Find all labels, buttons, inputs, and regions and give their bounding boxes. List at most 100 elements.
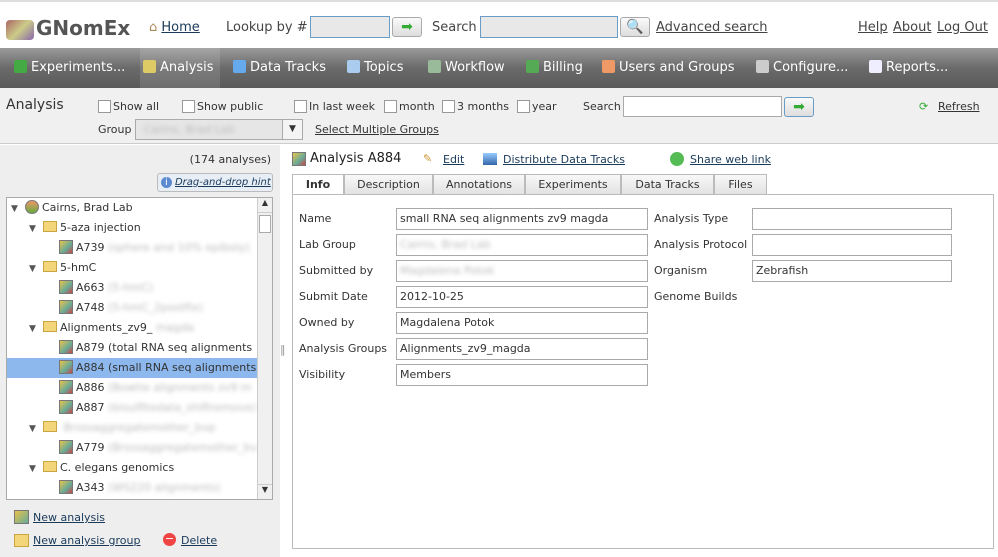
scroll-thumb[interactable] <box>259 215 271 233</box>
month-checkbox[interactable]: month <box>384 100 435 113</box>
nav-configure[interactable]: Configure... <box>756 60 848 75</box>
analysis-icon <box>59 360 73 374</box>
about-link[interactable]: About <box>893 20 931 35</box>
detail-title: Analysis A884 <box>310 151 402 166</box>
tab-files[interactable]: Files <box>714 174 767 195</box>
splitter-handle[interactable]: ‖ <box>280 343 286 356</box>
lookup-input[interactable] <box>310 16 390 38</box>
scroll-up-arrow[interactable]: ▲ <box>258 198 272 213</box>
tree-item-folder[interactable]: ▼ Alignments_zv9_ magda <box>7 318 258 338</box>
folder-icon <box>43 261 57 272</box>
organism-label: Organism <box>654 264 708 277</box>
tab-annotations[interactable]: Annotations <box>433 174 525 195</box>
refresh-icon: ⟳ <box>919 100 929 113</box>
logo-icon <box>6 19 34 40</box>
logout-link[interactable]: Log Out <box>937 20 988 35</box>
filter-search-input[interactable] <box>623 96 782 117</box>
analysis-detail: Analysis A884 ✎ Edit Distribute Data Tra… <box>292 145 994 549</box>
tab-description[interactable]: Description <box>344 174 433 195</box>
tree-item-analysis[interactable]: A884 (small RNA seq alignments <box>7 358 258 378</box>
help-link[interactable]: Help <box>858 20 888 35</box>
tree-item-analysis[interactable]: A739 (sphere and 10% epiboly) <box>7 238 258 258</box>
info-panel: Name small RNA seq alignments zv9 magda … <box>292 194 994 549</box>
three-months-checkbox[interactable]: 3 months <box>442 100 509 113</box>
tree-item-lab[interactable]: ▼ Cairns, Brad Lab <box>7 198 258 218</box>
expand-triangle-icon[interactable]: ▼ <box>29 459 43 478</box>
tree-item-analysis[interactable]: A887 (bisulfitedata_shiftremove) <box>7 398 258 418</box>
lab-group-field[interactable]: Cairns, Brad Lab <box>396 234 648 256</box>
scroll-down-arrow[interactable]: ▼ <box>258 484 272 499</box>
tree-item-folder[interactable]: ▼ 5-hmC <box>7 258 258 278</box>
show-public-checkbox[interactable]: Show public <box>182 100 263 113</box>
nav-experiments[interactable]: Experiments... <box>14 60 125 75</box>
nav-data-tracks[interactable]: Data Tracks <box>233 60 326 75</box>
drag-drop-hint-button[interactable]: i Drag-and-drop hint <box>157 173 273 192</box>
distribute-data-tracks-link[interactable]: Distribute Data Tracks <box>503 153 625 166</box>
name-label: Name <box>299 212 332 225</box>
tree-item-analysis[interactable]: A779 (Brsssaggregatemother_bv <box>7 438 258 458</box>
tree-item-folder[interactable]: ▼ C. elegans genomics <box>7 458 258 478</box>
tab-experiments[interactable]: Experiments <box>525 174 621 195</box>
nav-billing[interactable]: Billing <box>526 60 583 75</box>
lookup-go-button[interactable]: ➡ <box>392 17 422 37</box>
tree-item-folder[interactable]: ▼ Brsssaggregatemother_bvp <box>7 418 258 438</box>
workflow-icon <box>428 60 441 73</box>
analysis-icon <box>59 380 73 394</box>
analysis-type-field[interactable] <box>752 208 952 230</box>
share-web-link[interactable]: Share web link <box>690 153 771 166</box>
submit-date-field[interactable]: 2012-10-25 <box>396 286 648 308</box>
analysis-groups-label: Analysis Groups <box>299 342 388 355</box>
search-button[interactable]: 🔍 <box>620 17 650 37</box>
edit-link[interactable]: Edit <box>443 153 464 166</box>
organism-field[interactable]: Zebrafish <box>752 260 952 282</box>
new-analysis-group-link[interactable]: New analysis group <box>33 534 140 547</box>
home-link[interactable]: ⌂ Home <box>149 20 200 35</box>
nav-analysis[interactable]: Analysis <box>143 60 214 75</box>
tree-item-analysis[interactable]: A663 (5-hmC) <box>7 278 258 298</box>
tree-item-analysis[interactable]: A748 (5-hmC_2postfix) <box>7 298 258 318</box>
submitted-by-field[interactable]: Magdalena Potok <box>396 260 648 282</box>
analysis-icon <box>59 400 73 414</box>
tab-data-tracks[interactable]: Data Tracks <box>621 174 714 195</box>
folder-icon <box>43 221 57 232</box>
analysis-protocol-label: Analysis Protocol <box>654 238 748 251</box>
analysis-groups-field[interactable]: Alignments_zv9_magda <box>396 338 648 360</box>
refresh-link[interactable]: Refresh <box>938 100 980 113</box>
report-icon <box>869 60 882 73</box>
advanced-search-link[interactable]: Advanced search <box>656 20 768 35</box>
visibility-field[interactable]: Members <box>396 364 648 386</box>
tree-item-analysis[interactable]: A343 (WS220 alignments) <box>7 478 258 498</box>
analysis-icon <box>59 440 73 454</box>
expand-triangle-icon[interactable]: ▼ <box>29 419 43 438</box>
nav-topics[interactable]: Topics <box>347 60 403 75</box>
filter-bar: Analysis Show all Show public In last we… <box>0 88 998 144</box>
owned-by-field[interactable]: Magdalena Potok <box>396 312 648 334</box>
select-multiple-groups-link[interactable]: Select Multiple Groups <box>315 123 439 136</box>
search-input[interactable] <box>480 16 618 38</box>
expand-triangle-icon[interactable]: ▼ <box>29 219 43 238</box>
name-field[interactable]: small RNA seq alignments zv9 magda <box>396 208 648 230</box>
nav-users-groups[interactable]: Users and Groups <box>602 60 734 75</box>
filter-search-button[interactable]: ➡ <box>784 97 814 117</box>
analysis-protocol-field[interactable] <box>752 234 952 256</box>
nav-reports[interactable]: Reports... <box>869 60 948 75</box>
year-checkbox[interactable]: year <box>517 100 557 113</box>
last-week-checkbox[interactable]: In last week <box>294 100 375 113</box>
expand-triangle-icon[interactable]: ▼ <box>11 199 25 218</box>
new-analysis-link[interactable]: New analysis <box>33 511 105 524</box>
show-all-checkbox[interactable]: Show all <box>98 100 159 113</box>
tree-item-folder[interactable]: ▼ 5-aza injection <box>7 218 258 238</box>
analysis-icon <box>59 240 73 254</box>
tree-item-analysis[interactable]: A886 (Bowtie alignments zv9 m <box>7 378 258 398</box>
expand-triangle-icon[interactable]: ▼ <box>29 319 43 338</box>
expand-triangle-icon[interactable]: ▼ <box>29 259 43 278</box>
tree-item-analysis[interactable]: A879 (total RNA seq alignments <box>7 338 258 358</box>
group-select[interactable]: Cairns, Brad Lab ▼ <box>135 119 303 140</box>
tab-info[interactable]: Info <box>292 174 344 195</box>
nav-workflow[interactable]: Workflow <box>428 60 505 75</box>
chevron-down-icon: ▼ <box>282 120 302 139</box>
delete-link[interactable]: Delete <box>181 534 217 547</box>
tree-scrollbar[interactable]: ▲ ▼ <box>257 198 272 499</box>
genome-builds-label: Genome Builds <box>654 290 738 303</box>
money-icon <box>526 60 539 73</box>
